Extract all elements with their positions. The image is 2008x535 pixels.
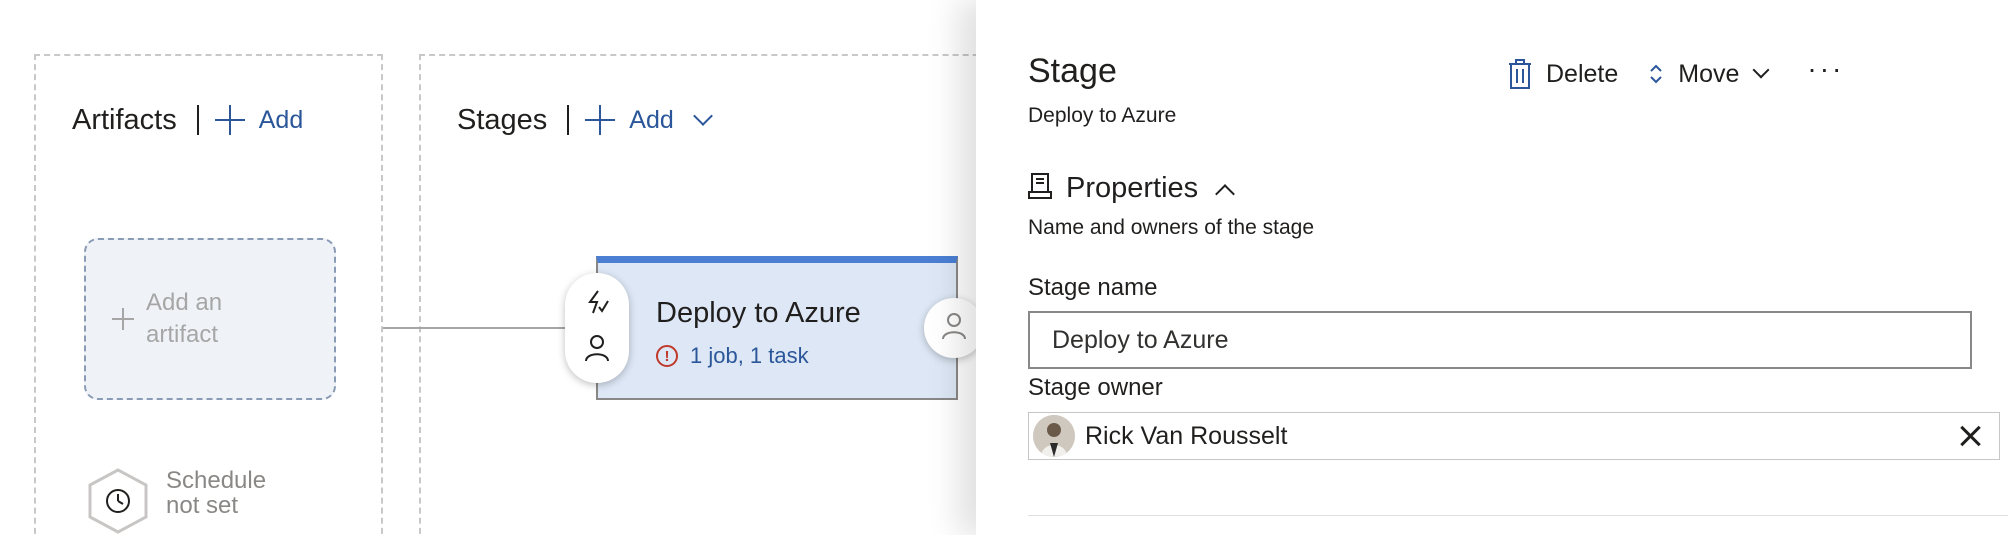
- trigger-icon: [584, 289, 610, 320]
- stage-owner-name: Rick Van Rousselt: [1085, 421, 1288, 450]
- trash-icon: [1508, 59, 1532, 89]
- stage-name-input[interactable]: Deploy to Azure: [1028, 311, 1972, 369]
- artifacts-header: Artifacts Add: [72, 100, 303, 140]
- plus-icon: [585, 105, 616, 135]
- schedule-label: Schedule not set: [166, 467, 267, 519]
- panel-toolbar: Delete Move ···: [1508, 53, 1844, 94]
- stage-card-tasks-link[interactable]: ! 1 job, 1 task: [656, 343, 809, 369]
- avatar: [1033, 415, 1075, 457]
- chevron-down-icon: [692, 106, 713, 126]
- panel-subtitle: Deploy to Azure: [1028, 104, 1177, 127]
- add-artifact-tile[interactable]: Add an artifact: [84, 238, 336, 400]
- stage-card[interactable]: Deploy to Azure ! 1 job, 1 task: [596, 256, 958, 400]
- add-artifact-link[interactable]: Add: [214, 105, 304, 135]
- properties-description: Name and owners of the stage: [1028, 216, 1315, 239]
- stage-owner-label: Stage owner: [1028, 374, 1163, 401]
- delete-button[interactable]: Delete: [1508, 59, 1618, 89]
- header-separator: [567, 105, 570, 135]
- pipeline-canvas: Artifacts Add Stages Add Add an artifact: [0, 0, 976, 535]
- chevron-up-icon: [1215, 183, 1236, 204]
- properties-icon: [1028, 173, 1052, 204]
- move-button-label: Move: [1678, 59, 1740, 88]
- artifacts-title: Artifacts: [72, 103, 177, 136]
- add-stage-label: Add: [629, 105, 674, 134]
- more-icon[interactable]: ···: [1807, 53, 1844, 85]
- close-icon[interactable]: [1955, 421, 1985, 451]
- add-artifact-link-label: Add: [258, 105, 304, 134]
- stages-title: Stages: [457, 103, 548, 136]
- delete-button-label: Delete: [1546, 59, 1619, 88]
- schedule-trigger[interactable]: Schedule not set: [86, 468, 276, 534]
- stages-header: Stages Add: [457, 100, 713, 140]
- stage-properties-panel: Stage Deploy to Azure Delete Move ··· Pr…: [976, 0, 2008, 535]
- person-icon: [584, 334, 610, 367]
- pre-deployment-conditions[interactable]: [565, 273, 629, 383]
- pipeline-connector: [383, 327, 569, 329]
- header-separator: [196, 105, 199, 135]
- warning-icon: !: [656, 345, 678, 367]
- chevron-down-icon: [1752, 61, 1770, 79]
- person-icon: [941, 312, 967, 345]
- stage-card-tasks-label: 1 job, 1 task: [690, 343, 809, 368]
- add-stage-dropdown[interactable]: Add: [585, 105, 713, 135]
- move-button[interactable]: Move: [1648, 59, 1770, 89]
- panel-divider: [1028, 515, 2008, 516]
- stage-card-title: Deploy to Azure: [656, 297, 861, 329]
- panel-title: Stage: [1028, 52, 1117, 90]
- stage-name-label: Stage name: [1028, 274, 1158, 301]
- plus-icon: [214, 105, 245, 135]
- properties-section-toggle[interactable]: Properties: [1028, 172, 1236, 205]
- move-updown-icon: [1648, 62, 1664, 86]
- properties-title: Properties: [1066, 172, 1199, 204]
- stage-owner-field[interactable]: Rick Van Rousselt: [1028, 412, 2000, 460]
- add-artifact-label: Add an artifact: [146, 289, 223, 348]
- post-deployment-conditions[interactable]: [924, 298, 976, 358]
- clock-icon: [86, 468, 150, 534]
- plus-icon: [112, 308, 134, 330]
